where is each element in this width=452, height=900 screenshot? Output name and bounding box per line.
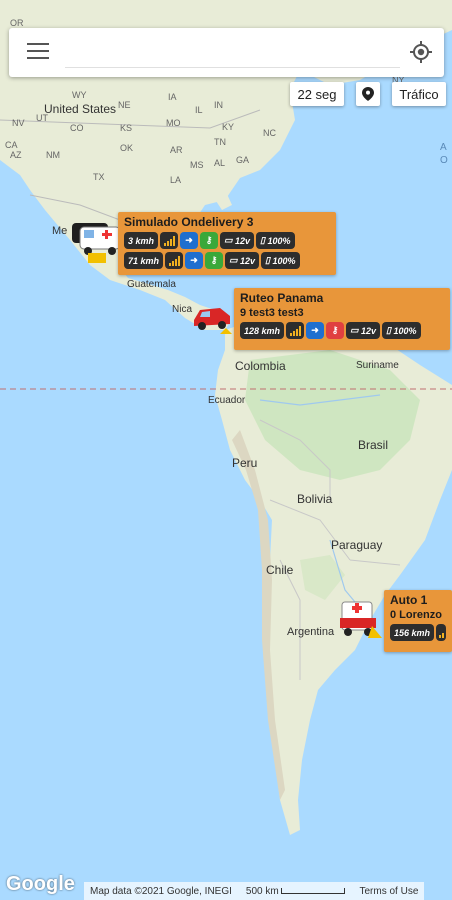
speed-chip: 3 kmh [124,232,159,249]
search-bar [9,28,444,77]
car-battery-icon: ▭ [350,325,362,335]
map-data-text: Map data ©2021 Google, INEGI [90,885,232,897]
vehicle-status-chips: 3 kmh ➜ ⚷ ▭ 12v ▯ 100% [124,232,330,249]
terms-link[interactable]: Terms of Use [359,886,418,897]
vehicle-subtitle: 9 test3 test3 [240,307,304,319]
speed-chip: 156 kmh [390,624,435,641]
key-icon: ⚷ [200,232,219,249]
vehicle-title: Ruteo Panama [240,291,324,305]
battery-value: 100% [393,325,417,336]
car-battery-icon: ▭ [224,235,236,245]
search-input[interactable] [65,36,400,68]
vehicle-card-ondelivery[interactable]: Simulado Ondelivery 3 3 kmh ➜ ⚷ ▭ 12v ▯ … [118,212,336,275]
car-battery-icon: ▭ [229,255,241,265]
car-battery-chip: ▭ 12v [225,252,260,269]
arrow-right-icon: ➜ [185,252,204,269]
scale-value: 500 km [245,885,279,897]
map-pin-icon [362,87,374,101]
vehicle-card-auto-1[interactable]: Auto 1 0 Lorenzo 156 kmh [384,590,452,652]
battery-chip: ▯ 100% [261,252,300,269]
battery-icon: ▯ [260,235,268,245]
voltage-value: 12v [361,325,377,336]
car-battery-chip: ▭ 12v [220,232,255,249]
google-logo: Google [6,873,75,895]
key-icon: ⚷ [326,322,345,339]
vehicle-marker-ondelivery[interactable] [68,215,124,265]
signal-icon [436,624,446,641]
signal-icon [160,232,179,249]
battery-chip: ▯ 100% [382,322,421,339]
battery-value: 100% [267,235,291,246]
speed-chip: 128 kmh [240,322,285,339]
signal-icon [165,252,184,269]
vehicle-status-chips: 128 kmh ➜ ⚷ ▭ 12v ▯ 100% [240,322,444,339]
arrow-right-icon: ➜ [180,232,199,249]
vehicle-title: Simulado Ondelivery 3 [124,215,254,229]
battery-chip: ▯ 100% [256,232,295,249]
vehicle-marker-auto-1[interactable] [336,596,384,642]
voltage-value: 12v [235,235,251,246]
menu-icon[interactable] [27,43,49,61]
battery-icon: ▯ [265,255,273,265]
traffic-button[interactable]: Tráfico [392,82,446,106]
map-view[interactable] [0,0,452,900]
my-location-icon[interactable] [408,39,434,65]
car-battery-chip: ▭ 12v [346,322,381,339]
speed-chip: 71 kmh [124,252,164,269]
arrow-right-icon: ➜ [306,322,325,339]
battery-icon: ▯ [386,325,394,335]
battery-value: 100% [272,255,296,266]
vehicle-subtitle: 0 Lorenzo [390,609,442,621]
refresh-interval-button[interactable]: 22 seg [290,82,344,106]
vehicle-status-chips-2: 71 kmh ➜ ⚷ ▭ 12v ▯ 100% [124,252,330,269]
key-icon: ⚷ [205,252,224,269]
vehicle-title: Auto 1 [390,593,428,607]
scale-bar [281,887,346,894]
vehicle-status-chips: 156 kmh [390,624,446,641]
signal-icon [286,322,305,339]
vehicle-card-ruteo-panama[interactable]: Ruteo Panama 9 test3 test3 128 kmh ➜ ⚷ ▭… [234,288,450,350]
vehicle-marker-ruteo-panama[interactable] [190,302,234,336]
voltage-value: 12v [240,255,256,266]
map-attribution: Map data ©2021 Google, INEGI 500 km Term… [84,882,425,900]
scale-label: 500 km [246,886,346,897]
map-pin-button[interactable] [356,82,380,106]
